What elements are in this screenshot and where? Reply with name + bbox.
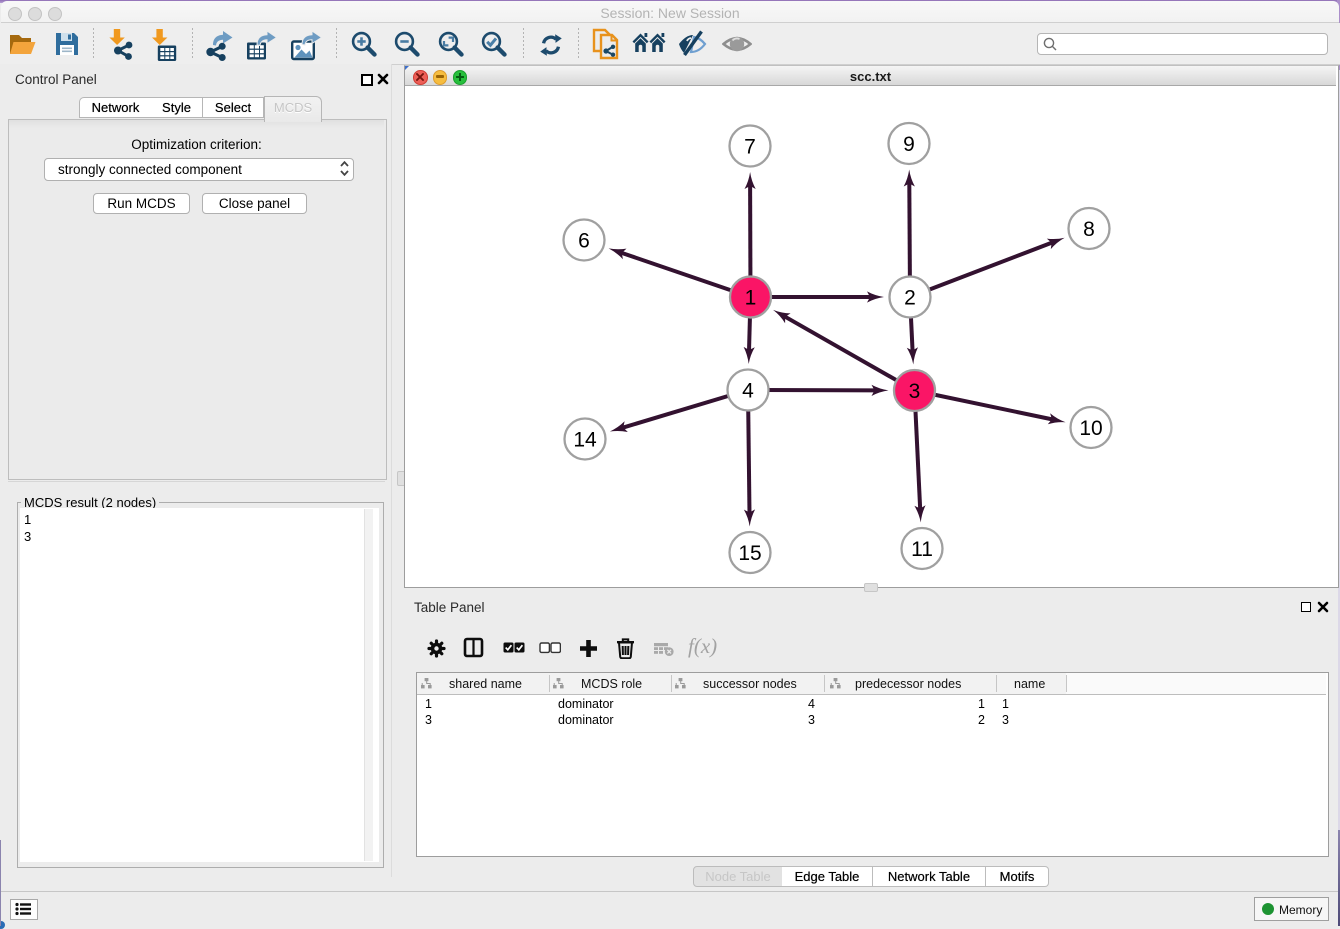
svg-text:9: 9 [903, 133, 915, 156]
svg-text:11: 11 [911, 538, 933, 561]
svg-text:4: 4 [742, 380, 754, 403]
svg-text:2: 2 [904, 287, 916, 310]
svg-text:14: 14 [573, 429, 597, 452]
svg-text:8: 8 [1083, 218, 1095, 241]
svg-text:15: 15 [738, 542, 761, 565]
svg-text:7: 7 [744, 136, 756, 159]
svg-text:1: 1 [745, 287, 757, 310]
svg-text:3: 3 [909, 380, 921, 403]
svg-text:6: 6 [578, 230, 590, 253]
svg-text:10: 10 [1079, 417, 1102, 440]
